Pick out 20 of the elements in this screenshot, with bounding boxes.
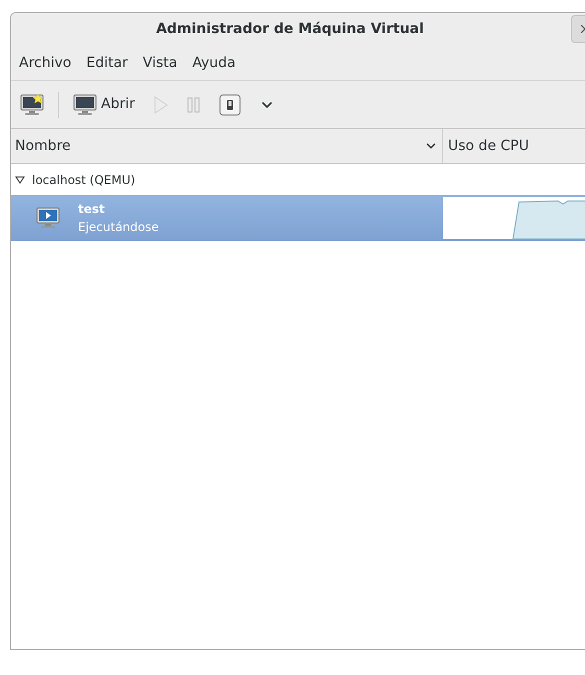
menu-item[interactable]: Editar bbox=[86, 52, 128, 74]
menu-item[interactable]: Vista bbox=[142, 52, 178, 74]
menu-item[interactable]: Archivo bbox=[19, 52, 72, 74]
column-header[interactable]: Nombre bbox=[11, 129, 443, 163]
power-switch-icon bbox=[218, 94, 241, 116]
vm-name: test bbox=[78, 201, 106, 218]
pause-icon bbox=[186, 96, 201, 112]
column-title: Nombre bbox=[15, 136, 71, 156]
vm-status: Ejecutándose bbox=[78, 219, 159, 236]
expanded-triangle-icon[interactable] bbox=[15, 176, 25, 184]
running-monitor-icon bbox=[36, 207, 60, 229]
open-button[interactable]: Abrir bbox=[69, 88, 139, 122]
window-title: Administrador de Máquina Virtual bbox=[156, 20, 424, 39]
menu-item[interactable]: Ayuda bbox=[192, 52, 236, 74]
column-header[interactable]: Uso de CPU bbox=[443, 129, 585, 163]
new-monitor-icon bbox=[20, 94, 44, 116]
monitor-icon bbox=[73, 94, 97, 116]
play-icon bbox=[152, 96, 169, 114]
host-row[interactable]: localhost (QEMU) bbox=[11, 164, 585, 195]
host-name: localhost (QEMU) bbox=[32, 172, 136, 188]
